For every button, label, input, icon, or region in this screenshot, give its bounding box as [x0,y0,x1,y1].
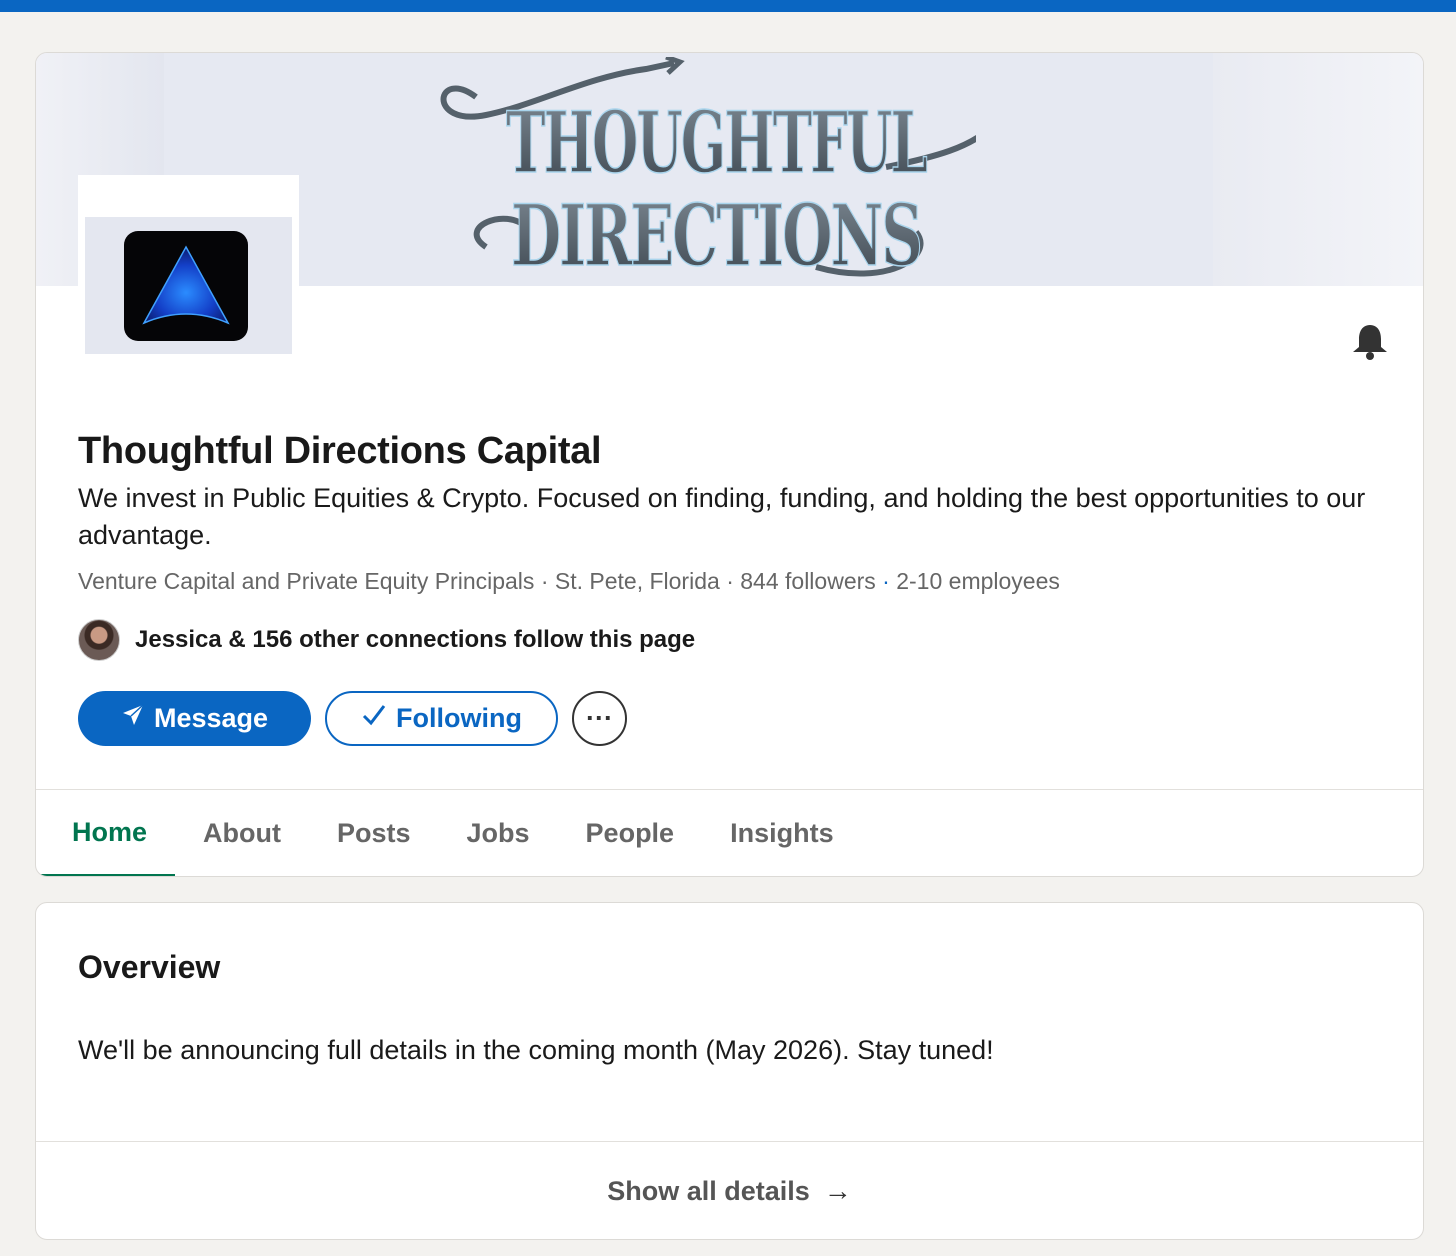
overview-card: Overview We'll be announcing full detail… [35,902,1424,1240]
tab-about[interactable]: About [175,790,309,876]
send-icon [121,703,145,734]
company-profile-card: THOUGHTFUL DIRECTIONS Thoughtful Directi… [35,52,1424,877]
notification-bell-button[interactable] [1350,321,1390,361]
overview-body: We'll be announcing full details in the … [78,1035,994,1065]
company-logo[interactable] [78,175,299,359]
connections-text: Jessica & 156 other connections follow t… [135,626,696,653]
tab-people[interactable]: People [558,790,703,876]
overview-title: Overview [78,949,221,985]
connections-row[interactable]: Jessica & 156 other connections follow t… [78,619,695,661]
show-all-label: Show all details [607,1175,810,1206]
banner-line-2: DIRECTIONS [511,186,921,285]
show-all-details-button[interactable]: Show all details → [36,1142,1423,1239]
page-tabs: Home About Posts Jobs People Insights [36,790,862,876]
top-accent-bar [0,0,1456,12]
banner-line-1: THOUGHTFUL [506,93,927,192]
message-button[interactable]: Message [78,691,311,746]
followers-count[interactable]: 844 followers [740,568,876,594]
triangle-logo-icon [142,245,230,325]
company-location: St. Pete, Florida [554,568,720,594]
following-button[interactable]: Following [325,691,558,746]
message-label: Message [153,703,269,733]
following-label: Following [396,703,522,733]
tab-posts[interactable]: Posts [309,790,439,876]
tab-jobs[interactable]: Jobs [439,790,558,876]
company-tagline: We invest in Public Equities & Crypto. F… [78,483,1366,550]
connection-avatar [78,619,120,661]
company-name: Thoughtful Directions Capital [78,430,602,472]
tab-insights[interactable]: Insights [702,790,862,876]
company-meta: Venture Capital and Private Equity Princ… [78,568,1060,594]
company-industry: Venture Capital and Private Equity Princ… [78,568,535,594]
tab-home[interactable]: Home [36,790,176,876]
ellipsis-icon: ··· [586,703,613,733]
bell-icon [1353,325,1387,360]
arrow-right-icon: → [823,1175,852,1206]
employees-count[interactable]: 2-10 employees [896,568,1060,594]
banner-lettering-logo: THOUGHTFUL DIRECTIONS [440,57,976,285]
more-options-button[interactable]: ··· [572,691,627,746]
checkmark-icon [361,703,387,734]
